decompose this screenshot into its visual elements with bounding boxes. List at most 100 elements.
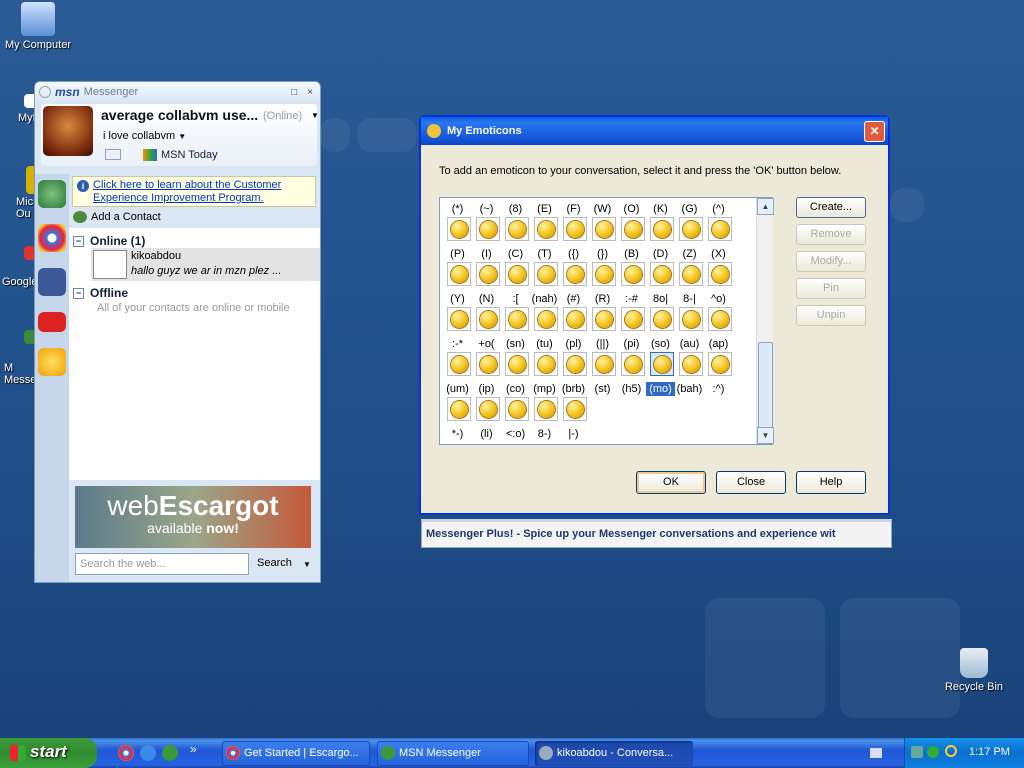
msn-titlebar[interactable]: msn Messenger □ ×	[35, 82, 320, 102]
emoticon-shortcut[interactable]: (pi)	[617, 337, 646, 351]
emoticon-icon[interactable]	[505, 307, 529, 331]
grid-scrollbar[interactable]: ▲ ▼	[756, 198, 774, 444]
emoticon-icon[interactable]	[563, 217, 587, 241]
emoticon-shortcut[interactable]: :-*	[443, 337, 472, 351]
emoticon-icon[interactable]	[592, 262, 616, 286]
collapse-icon[interactable]: −	[73, 235, 84, 247]
desktop-icon-my-files[interactable]: MyF	[0, 94, 39, 124]
emoticon-icon[interactable]	[650, 217, 674, 241]
emoticon-shortcut[interactable]: |-)	[559, 427, 588, 441]
scroll-up-button[interactable]: ▲	[757, 198, 774, 215]
emoticon-icon[interactable]	[534, 307, 558, 331]
emoticon-icon[interactable]	[708, 217, 732, 241]
tab-chrome[interactable]	[38, 224, 66, 252]
emoticon-icon[interactable]	[476, 352, 500, 376]
task-chrome[interactable]: Get Started | Escargo...	[222, 741, 370, 766]
emoticon-shortcut[interactable]: (st)	[588, 382, 617, 396]
emoticon-icon[interactable]	[447, 217, 471, 241]
emoticon-icon[interactable]	[534, 217, 558, 241]
unpin-button[interactable]: Unpin	[796, 305, 866, 326]
emoticon-shortcut[interactable]: (sn)	[501, 337, 530, 351]
msn-messenger-window[interactable]: msn Messenger □ × average collabvm use..…	[34, 81, 321, 583]
emoticon-shortcut[interactable]: (mo)	[646, 382, 675, 396]
emoticon-shortcut[interactable]: (K)	[646, 202, 675, 216]
emoticon-icon[interactable]	[505, 262, 529, 286]
emoticon-shortcut[interactable]: (pl)	[559, 337, 588, 351]
desktop-icon-my-computer[interactable]: My Computer	[0, 2, 76, 51]
user-avatar[interactable]	[43, 106, 93, 156]
emoticon-shortcut[interactable]: (C)	[501, 247, 530, 261]
task-conversation[interactable]: kikoabdou - Conversa...	[535, 741, 693, 766]
desktop-icon-messenger[interactable]: M Messe	[0, 330, 38, 386]
my-emoticons-dialog[interactable]: My Emoticons ✕ To add an emoticon to you…	[419, 115, 890, 515]
desktop-icon-google[interactable]: Google	[0, 246, 38, 288]
emoticon-shortcut[interactable]: (brb)	[559, 382, 588, 396]
emoticon-icon[interactable]	[679, 352, 703, 376]
maximize-button[interactable]: □	[288, 86, 300, 98]
emoticon-shortcut[interactable]: 8-|	[675, 292, 704, 306]
emoticon-icon[interactable]	[563, 262, 587, 286]
msn-menu-icon[interactable]	[39, 86, 51, 98]
search-icon[interactable]	[945, 745, 957, 757]
emoticon-icon[interactable]	[679, 217, 703, 241]
emoticon-icon[interactable]	[447, 352, 471, 376]
desktop-icon-recycle-bin[interactable]: Recycle Bin	[936, 648, 1012, 693]
emoticon-shortcut[interactable]: (X)	[704, 247, 733, 261]
emoticon-shortcut[interactable]: ({)	[559, 247, 588, 261]
keyboard-icon[interactable]	[870, 748, 882, 758]
search-dropdown-icon[interactable]: ▼	[303, 560, 311, 569]
emoticon-icon[interactable]	[708, 352, 732, 376]
emoticon-icon[interactable]	[708, 307, 732, 331]
emoticon-icon[interactable]	[447, 262, 471, 286]
emoticon-icon[interactable]	[592, 352, 616, 376]
emoticon-shortcut[interactable]: (ip)	[472, 382, 501, 396]
web-search-input[interactable]: Search the web...	[75, 553, 249, 575]
group-offline[interactable]: − Offline	[73, 286, 128, 300]
ie-quicklaunch-icon[interactable]	[140, 745, 156, 761]
help-button[interactable]: Help	[796, 471, 866, 494]
modify-button[interactable]: Modify...	[796, 251, 866, 272]
emoticon-shortcut[interactable]: :[	[501, 292, 530, 306]
emoticon-shortcut[interactable]: (tu)	[530, 337, 559, 351]
emoticon-shortcut[interactable]: (Z)	[675, 247, 704, 261]
emoticon-shortcut[interactable]: (G)	[675, 202, 704, 216]
emoticon-shortcut[interactable]: ^o)	[704, 292, 733, 306]
emoticon-shortcut[interactable]: (so)	[646, 337, 675, 351]
messenger-plus-banner[interactable]: Messenger Plus! - Spice up your Messenge…	[421, 519, 892, 548]
emoticon-icon[interactable]	[505, 397, 529, 421]
emoticon-shortcut[interactable]: 8o|	[646, 292, 675, 306]
emoticon-shortcut[interactable]: *-)	[443, 427, 472, 441]
emoticon-icon[interactable]	[447, 397, 471, 421]
user-display-name[interactable]: average collabvm use...	[101, 107, 258, 123]
emoticon-icon[interactable]	[476, 217, 500, 241]
emoticon-shortcut[interactable]: :-#	[617, 292, 646, 306]
pin-button[interactable]: Pin	[796, 278, 866, 299]
emoticon-icon[interactable]	[621, 352, 645, 376]
remove-button[interactable]: Remove	[796, 224, 866, 245]
emoticon-icon[interactable]	[592, 307, 616, 331]
emoticon-icon[interactable]	[592, 217, 616, 241]
emoticon-shortcut[interactable]: (T)	[530, 247, 559, 261]
msn-today-link[interactable]: MSN Today	[143, 149, 218, 162]
emoticon-icon[interactable]	[476, 262, 500, 286]
desktop-icon-outlook[interactable]: Micr Ou	[0, 166, 42, 220]
emoticon-shortcut[interactable]: (#)	[559, 292, 588, 306]
tab-facebook[interactable]	[38, 268, 66, 296]
emoticon-icon[interactable]	[650, 307, 674, 331]
emoticon-shortcut[interactable]: (nah)	[530, 292, 559, 306]
mail-icon[interactable]	[105, 149, 121, 160]
emoticon-shortcut[interactable]: (bah)	[675, 382, 704, 396]
scroll-thumb[interactable]	[758, 342, 773, 428]
emoticon-shortcut[interactable]: (um)	[443, 382, 472, 396]
emoticon-shortcut[interactable]: :^)	[704, 382, 733, 396]
emoticon-shortcut[interactable]: (au)	[675, 337, 704, 351]
emoticon-shortcut[interactable]: +o(	[472, 337, 501, 351]
add-contact-button[interactable]: Add a Contact	[73, 211, 161, 224]
messenger-tray-icon[interactable]	[927, 746, 939, 758]
network-icon[interactable]	[911, 746, 923, 758]
emoticon-icon[interactable]	[621, 217, 645, 241]
emoticon-shortcut[interactable]: (O)	[617, 202, 646, 216]
contact-item[interactable]: kikoabdou hallo guyz we ar in mzn plez .…	[91, 248, 320, 281]
emoticon-icon[interactable]	[563, 397, 587, 421]
dialog-close-button[interactable]: Close	[716, 471, 786, 494]
